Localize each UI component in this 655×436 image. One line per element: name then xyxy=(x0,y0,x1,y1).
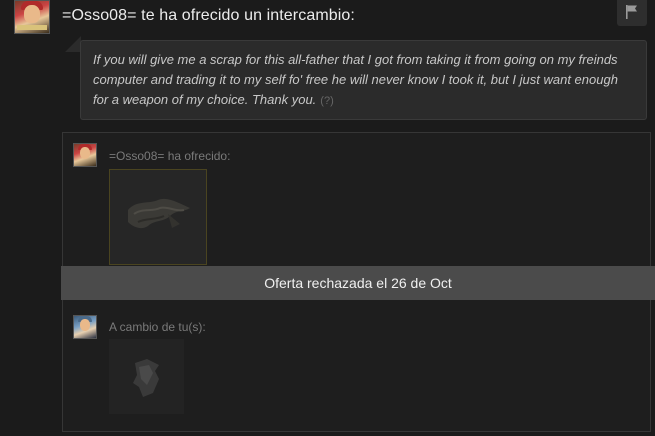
report-flag-button[interactable] xyxy=(617,0,647,26)
requested-items-section: A cambio de tu(s): xyxy=(63,309,650,431)
flag-icon xyxy=(626,5,637,19)
sender-small-avatar[interactable] xyxy=(73,143,97,167)
offered-item-slot[interactable] xyxy=(109,169,207,265)
trade-offer-notification: =Osso08= te ha ofrecido un intercambio: … xyxy=(0,0,655,436)
recipient-small-avatar[interactable] xyxy=(73,315,97,339)
offered-items-section: =Osso08= ha ofrecido: xyxy=(63,133,650,268)
trade-message: If you will give me a scrap for this all… xyxy=(80,40,647,120)
help-link[interactable]: (?) xyxy=(320,95,333,107)
trade-message-text: If you will give me a scrap for this all… xyxy=(93,52,618,107)
trade-status-bar: Oferta rechazada el 26 de Oct xyxy=(61,266,655,300)
bubble-pointer xyxy=(65,36,81,52)
sender-avatar[interactable] xyxy=(14,0,50,34)
offered-items-label: =Osso08= ha ofrecido: xyxy=(109,149,231,163)
scrap-metal-item-icon xyxy=(133,359,159,397)
requested-item-slot[interactable] xyxy=(109,339,184,414)
all-father-beard-item-icon xyxy=(128,198,190,229)
trade-offer-title: =Osso08= te ha ofrecido un intercambio: xyxy=(62,7,355,24)
requested-items-label: A cambio de tu(s): xyxy=(109,320,206,334)
